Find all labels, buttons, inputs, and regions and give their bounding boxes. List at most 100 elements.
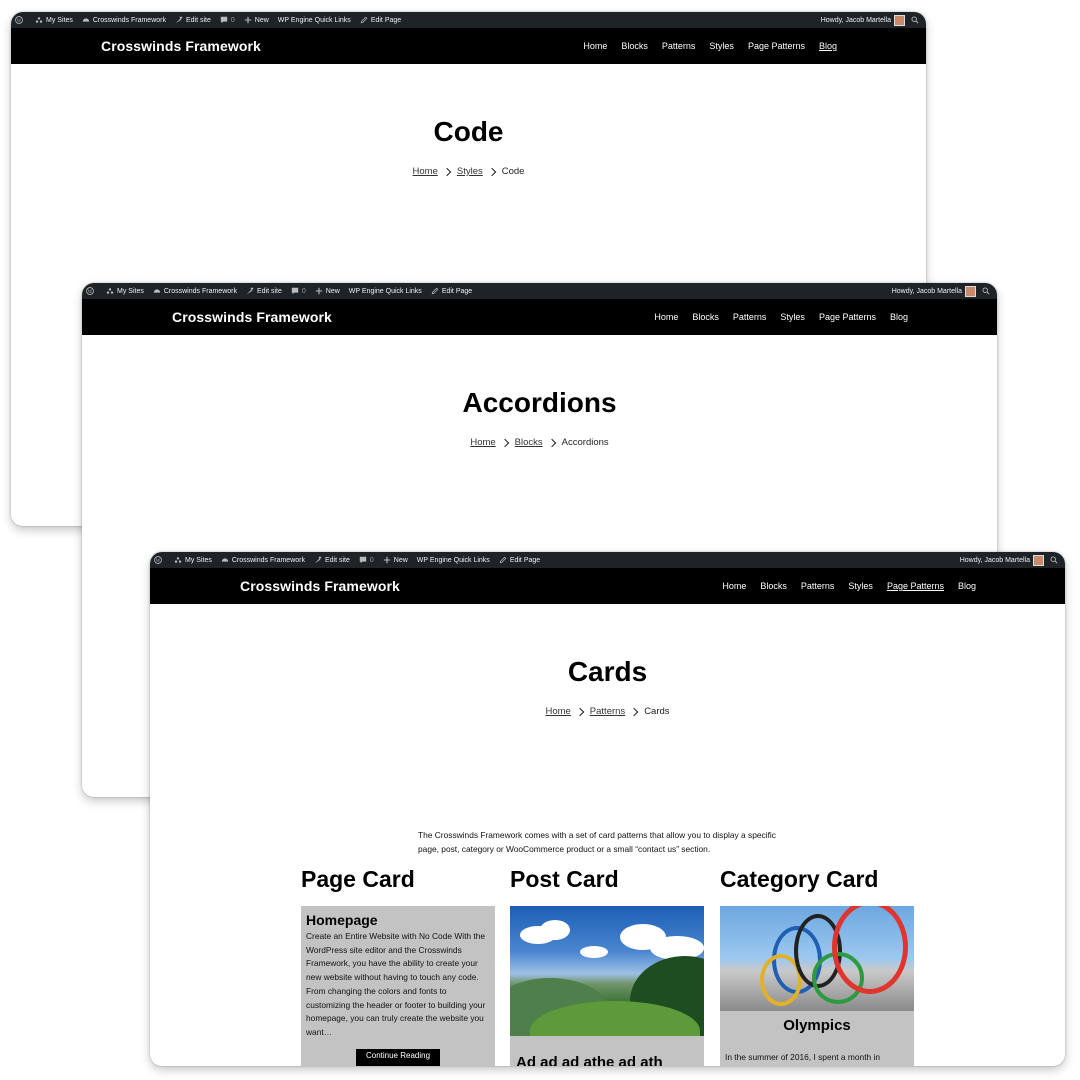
admin-bar-edit-page[interactable]: Edit Page — [360, 16, 401, 24]
nav-blocks[interactable]: Blocks — [692, 312, 719, 322]
howdy-user[interactable]: Howdy, Jacob Martella — [821, 17, 891, 24]
nav-page-patterns[interactable]: Page Patterns — [887, 581, 944, 591]
category-card-excerpt: In the summer of 2016, I spent a month i… — [725, 1052, 881, 1062]
admin-bar-site-name[interactable]: Crosswinds Framework — [153, 287, 237, 295]
category-card-image[interactable] — [720, 906, 914, 1011]
nav-page-patterns[interactable]: Page Patterns — [748, 41, 805, 51]
svg-text:W: W — [156, 559, 161, 564]
plus-icon — [244, 16, 251, 24]
chevron-right-icon — [442, 167, 452, 176]
nav-home[interactable]: Home — [583, 41, 607, 51]
comments-count: 0 — [230, 16, 235, 24]
admin-bar-comments[interactable]: 0 — [291, 287, 306, 295]
admin-bar-edit-page[interactable]: Edit Page — [499, 556, 540, 564]
chevron-right-icon — [575, 707, 585, 716]
admin-bar-quick-links[interactable]: WP Engine Quick Links — [349, 288, 422, 295]
page-title: Accordions — [462, 387, 617, 418]
site-title[interactable]: Crosswinds Framework — [240, 578, 400, 594]
continue-reading-button[interactable]: Continue Reading — [356, 1049, 440, 1066]
nav-home[interactable]: Home — [722, 581, 746, 591]
howdy-user[interactable]: Howdy, Jacob Martella — [892, 288, 962, 295]
admin-bar-site-name[interactable]: Crosswinds Framework — [82, 16, 166, 24]
nav-blog[interactable]: Blog — [890, 312, 908, 322]
chevron-right-icon — [629, 707, 639, 716]
chevron-right-icon — [500, 438, 509, 447]
breadcrumb-home[interactable]: Home — [413, 166, 438, 177]
nav-patterns[interactable]: Patterns — [662, 41, 696, 51]
howdy-user[interactable]: Howdy, Jacob Martella — [960, 557, 1030, 564]
edit-page-label: Edit Page — [509, 556, 541, 564]
admin-bar-comments[interactable]: 0 — [220, 16, 235, 24]
avatar[interactable] — [894, 14, 905, 26]
comments-count: 0 — [369, 556, 374, 564]
nav-patterns[interactable]: Patterns — [801, 581, 835, 591]
comment-icon — [291, 287, 299, 295]
admin-bar-quick-links[interactable]: WP Engine Quick Links — [278, 17, 351, 24]
main-nav: Home Blocks Patterns Styles Page Pattern… — [640, 312, 908, 322]
wordpress-logo-icon[interactable]: W — [86, 287, 97, 295]
nav-styles[interactable]: Styles — [848, 581, 873, 591]
nav-blocks[interactable]: Blocks — [621, 41, 648, 51]
wordpress-logo-icon[interactable]: W — [15, 16, 26, 24]
dashboard-icon — [82, 18, 90, 22]
breadcrumb-parent[interactable]: Blocks — [515, 437, 543, 448]
admin-bar-new[interactable]: New — [315, 287, 340, 295]
breadcrumb-home[interactable]: Home — [470, 437, 495, 448]
site-header: Crosswinds Framework Home Blocks Pattern… — [150, 568, 1065, 604]
page-content: Accordions Home Blocks Accordions — [82, 387, 997, 449]
page-card-title[interactable]: Homepage — [301, 906, 495, 930]
post-card-heading: Post Card — [510, 866, 619, 892]
wordpress-logo-icon[interactable]: W — [154, 556, 165, 564]
admin-bar-my-sites[interactable]: My Sites — [35, 16, 73, 24]
nav-blocks[interactable]: Blocks — [760, 581, 787, 591]
nav-home[interactable]: Home — [654, 312, 678, 322]
page-content: Code Home Styles Code — [11, 118, 926, 178]
site-name-label: Crosswinds Framework — [231, 556, 305, 564]
dashboard-icon — [221, 558, 229, 562]
breadcrumb-parent[interactable]: Styles — [457, 166, 483, 177]
site-title[interactable]: Crosswinds Framework — [101, 38, 261, 54]
breadcrumb-home[interactable]: Home — [545, 706, 570, 717]
avatar[interactable] — [965, 285, 976, 297]
search-icon[interactable] — [982, 287, 990, 295]
site-header: Crosswinds Framework Home Blocks Pattern… — [82, 299, 997, 335]
breadcrumb: Home Styles Code — [11, 166, 926, 177]
nav-styles[interactable]: Styles — [709, 41, 734, 51]
site-name-label: Crosswinds Framework — [163, 287, 237, 295]
admin-bar-edit-page[interactable]: Edit Page — [431, 287, 472, 295]
svg-text:W: W — [17, 19, 22, 24]
search-icon[interactable] — [1050, 556, 1058, 564]
nav-blog[interactable]: Blog — [819, 41, 837, 51]
quick-links-label: WP Engine Quick Links — [348, 287, 422, 295]
admin-bar-my-sites[interactable]: My Sites — [106, 287, 144, 295]
my-sites-label: My Sites — [117, 287, 144, 295]
search-icon[interactable] — [911, 16, 919, 24]
post-card[interactable]: Ad ad ad athe ad ath — [510, 906, 704, 1066]
nav-patterns[interactable]: Patterns — [733, 312, 767, 322]
admin-bar-my-sites[interactable]: My Sites — [174, 556, 212, 564]
admin-bar-edit-site[interactable]: Edit site — [246, 287, 282, 295]
admin-bar-edit-site[interactable]: Edit site — [175, 16, 211, 24]
admin-bar-new[interactable]: New — [383, 556, 408, 564]
site-title[interactable]: Crosswinds Framework — [172, 309, 332, 325]
category-card[interactable]: Olympics In the summer of 2016, I spent … — [720, 906, 914, 1066]
avatar[interactable] — [1033, 554, 1044, 566]
category-card-title[interactable]: Olympics — [720, 1011, 914, 1034]
post-card-image[interactable] — [510, 906, 704, 1036]
new-label: New — [393, 556, 408, 564]
nav-page-patterns[interactable]: Page Patterns — [819, 312, 876, 322]
admin-bar-quick-links[interactable]: WP Engine Quick Links — [417, 557, 490, 564]
admin-bar-edit-site[interactable]: Edit site — [314, 556, 350, 564]
page-card[interactable]: Homepage Create an Entire Website with N… — [301, 906, 495, 1066]
admin-bar-comments[interactable]: 0 — [359, 556, 374, 564]
admin-bar-site-name[interactable]: Crosswinds Framework — [221, 556, 305, 564]
nav-styles[interactable]: Styles — [780, 312, 805, 322]
breadcrumb-parent[interactable]: Patterns — [590, 706, 625, 717]
post-card-title[interactable]: Ad ad ad athe ad ath — [510, 1036, 704, 1066]
nav-blog[interactable]: Blog — [958, 581, 976, 591]
new-label: New — [254, 16, 269, 24]
admin-bar-new[interactable]: New — [244, 16, 269, 24]
svg-text:W: W — [88, 290, 93, 295]
edit-site-label: Edit site — [256, 287, 282, 295]
edit-site-icon — [246, 287, 254, 295]
